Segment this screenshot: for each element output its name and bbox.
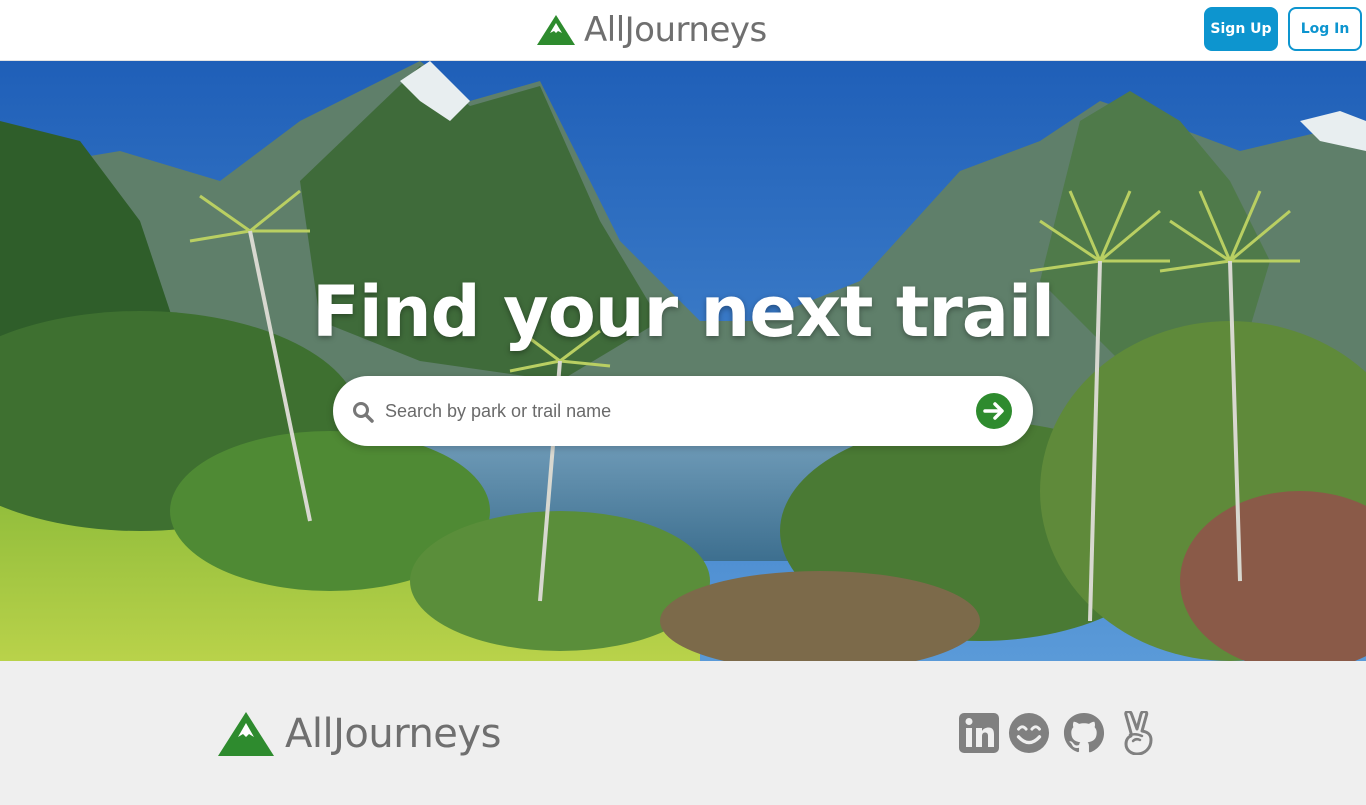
site-header: AllJourneys Sign Up Log In [0, 0, 1366, 61]
smile-icon[interactable] [1008, 711, 1050, 755]
footer-brand[interactable]: AllJourneys [217, 709, 501, 759]
angellist-icon[interactable] [1118, 711, 1160, 755]
mountain-logo-icon [537, 15, 575, 45]
hero-headline: Find your next trail [311, 271, 1055, 353]
search-icon [353, 402, 374, 423]
footer-brand-name: AllJourneys [285, 711, 501, 757]
signup-button[interactable]: Sign Up [1204, 7, 1278, 51]
github-icon[interactable] [1063, 711, 1105, 755]
arrow-right-icon [983, 402, 1004, 420]
login-button[interactable]: Log In [1288, 7, 1362, 51]
site-footer: AllJourneys [0, 661, 1366, 805]
search-bar [333, 376, 1033, 446]
hero-section: Find your next trail [0, 61, 1366, 661]
header-brand[interactable]: AllJourneys [536, 10, 767, 50]
mountain-logo-icon [218, 712, 274, 756]
hero-background-image [0, 61, 1366, 661]
search-submit-button[interactable] [976, 393, 1012, 429]
brand-name: AllJourneys [584, 10, 767, 50]
linkedin-icon[interactable] [958, 711, 1000, 755]
search-input[interactable] [385, 391, 965, 431]
